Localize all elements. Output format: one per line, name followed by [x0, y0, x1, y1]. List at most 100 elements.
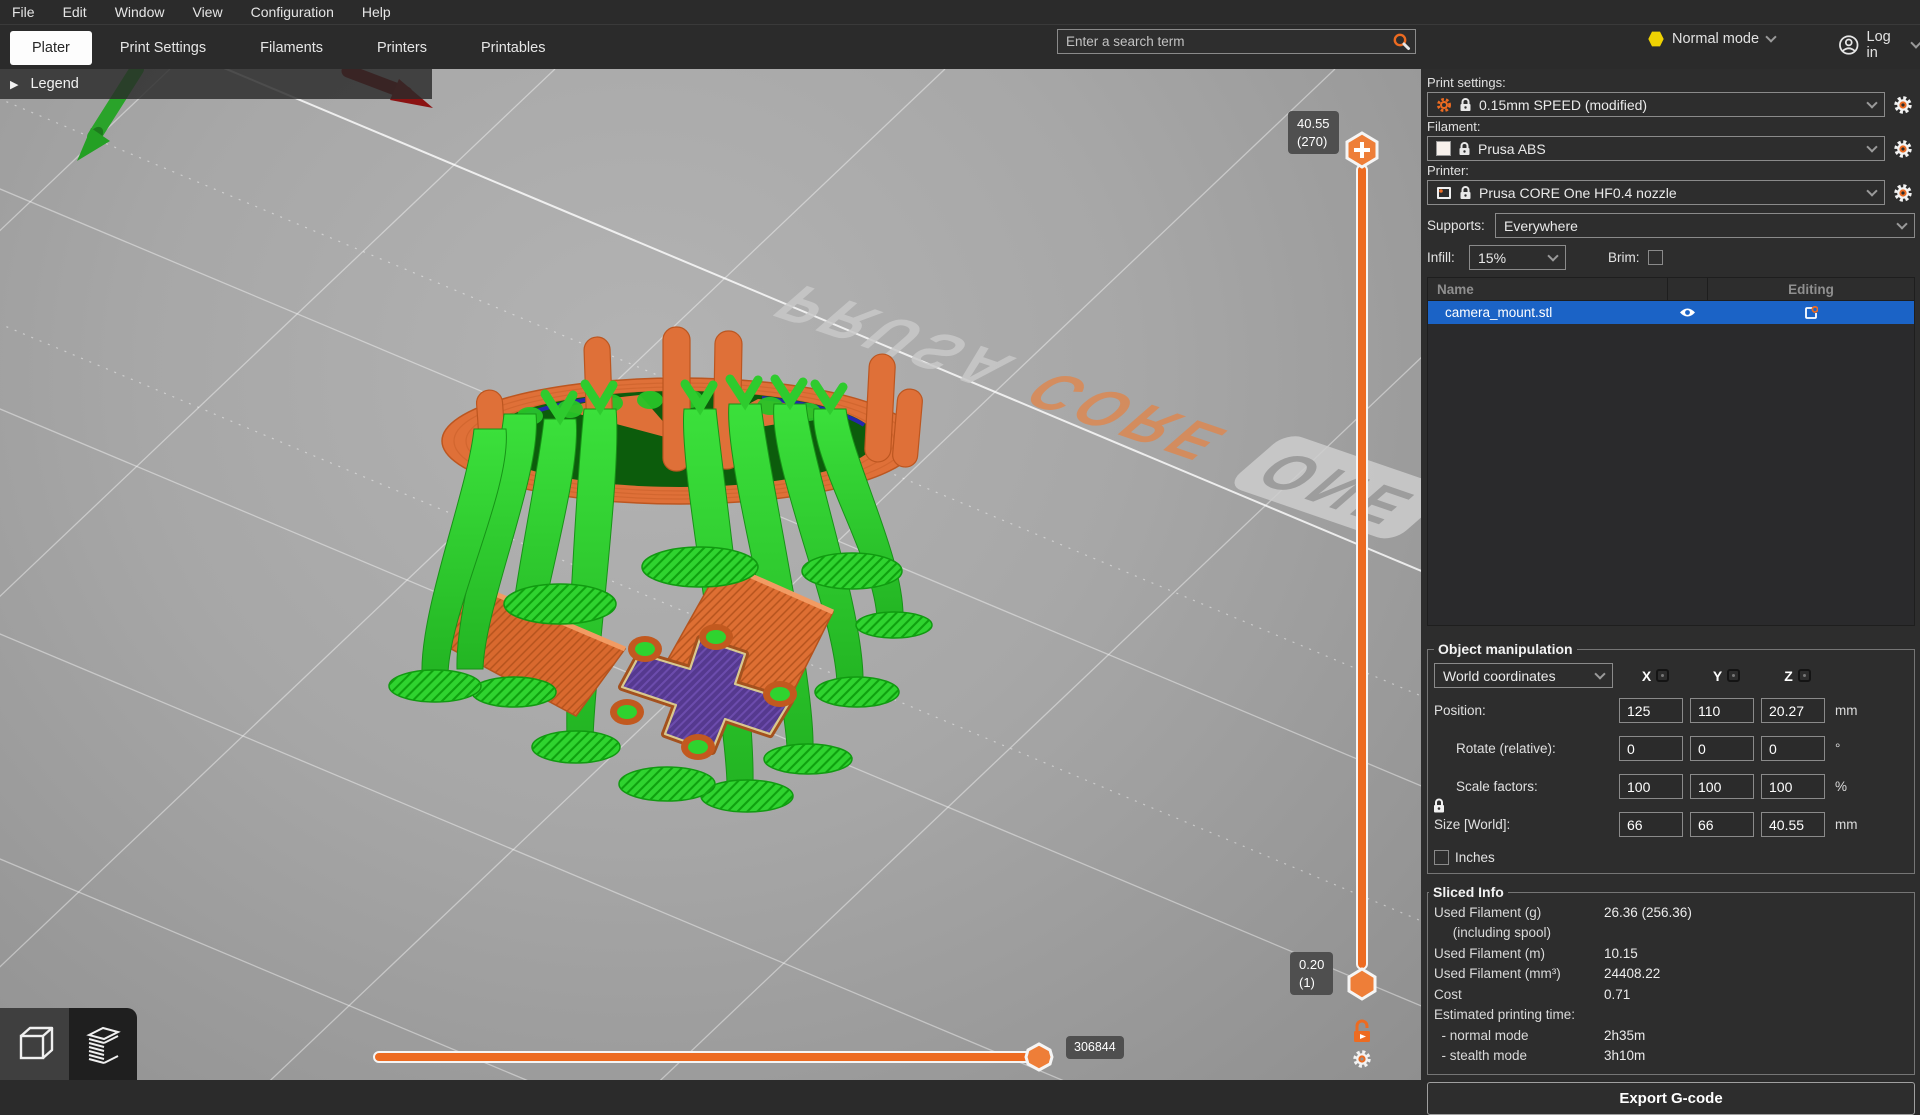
chevron-down-icon — [1866, 97, 1877, 108]
supports-select[interactable]: Everywhere — [1495, 213, 1915, 238]
axis-settings-icon[interactable] — [1727, 669, 1740, 682]
printer-select[interactable]: Prusa CORE One HF0.4 nozzle — [1427, 180, 1885, 205]
manip-input-y[interactable] — [1690, 698, 1754, 723]
sliced-info-value: 2h35m — [1604, 1028, 1645, 1043]
sliced-info-title: Sliced Info — [1429, 884, 1508, 900]
manip-input-z[interactable] — [1761, 774, 1825, 799]
menu-item[interactable]: Window — [115, 4, 165, 20]
filament-label: Filament: — [1427, 119, 1915, 134]
search-input[interactable] — [1057, 29, 1416, 54]
sliced-info-row: (including spool) — [1434, 923, 1908, 944]
manip-input-y[interactable] — [1690, 736, 1754, 761]
layer-slider-top-tooltip: 40.55 (270) — [1288, 111, 1339, 154]
print-settings-value: 0.15mm SPEED (modified) — [1479, 97, 1647, 113]
manip-input-x[interactable] — [1619, 698, 1683, 723]
menu-item[interactable]: View — [192, 4, 222, 20]
filament-value: Prusa ABS — [1478, 141, 1546, 157]
filament-color-swatch — [1436, 141, 1451, 156]
manip-input-y[interactable] — [1690, 774, 1754, 799]
eye-icon — [1679, 307, 1696, 318]
edit-print-settings-button[interactable] — [1891, 93, 1915, 117]
object-name: camera_mount.stl — [1428, 305, 1667, 320]
sliced-info-row: Estimated printing time: — [1434, 1005, 1908, 1026]
menu-item[interactable]: Edit — [63, 4, 87, 20]
menu-item[interactable]: Help — [362, 4, 391, 20]
manip-input-x[interactable] — [1619, 812, 1683, 837]
mode-selector[interactable]: Normal mode — [1648, 31, 1775, 47]
menu-item[interactable]: File — [12, 4, 35, 20]
axis-settings-icon[interactable] — [1656, 669, 1669, 682]
manipulation-row-label: Scale factors: — [1434, 779, 1619, 794]
chevron-down-icon — [1910, 37, 1920, 48]
lock-icon — [1458, 141, 1471, 156]
sliced-info-label: - stealth mode — [1434, 1048, 1604, 1063]
object-row[interactable]: camera_mount.stl — [1428, 301, 1914, 324]
supports-value: Everywhere — [1504, 218, 1578, 234]
sliced-info-label: (including spool) — [1434, 925, 1604, 940]
tab-bar: PlaterPrint SettingsFilamentsPrintersPri… — [0, 26, 1920, 69]
legend-expand-icon[interactable]: ▶ — [10, 78, 18, 91]
filament-select[interactable]: Prusa ABS — [1427, 136, 1885, 161]
edit-object-button[interactable] — [1707, 306, 1914, 320]
manip-input-y[interactable] — [1690, 812, 1754, 837]
sliced-info-value: 10.15 — [1604, 946, 1638, 961]
layer-slider-track[interactable] — [1356, 164, 1368, 970]
search-box — [1057, 29, 1416, 54]
chevron-down-icon — [1866, 141, 1877, 152]
slider-settings-gear-icon[interactable] — [1352, 1049, 1372, 1074]
menu-bar: File Edit Window View Configuration Help — [0, 0, 1920, 25]
lock-icon — [1459, 185, 1472, 200]
move-slider-handle[interactable] — [1023, 1041, 1055, 1078]
axis-settings-icon[interactable] — [1798, 669, 1811, 682]
manipulation-row: Scale factors: % — [1434, 774, 1908, 799]
tab[interactable]: Filaments — [234, 31, 349, 65]
manip-input-x[interactable] — [1619, 736, 1683, 761]
manipulation-row-label: Size [World]: — [1434, 817, 1619, 832]
tab[interactable]: Print Settings — [94, 31, 232, 65]
sliced-model[interactable] — [0, 69, 1421, 1080]
visibility-toggle[interactable] — [1667, 307, 1707, 318]
inches-checkbox[interactable] — [1434, 850, 1449, 865]
manip-input-x[interactable] — [1619, 774, 1683, 799]
editing-column-header: Editing — [1707, 278, 1914, 300]
layer-slider-top-handle[interactable] — [1345, 131, 1379, 174]
sliced-info-value: 3h10m — [1604, 1048, 1645, 1063]
print-settings-select[interactable]: 0.15mm SPEED (modified) — [1427, 92, 1885, 117]
manip-input-z[interactable] — [1761, 698, 1825, 723]
object-manipulation-title: Object manipulation — [1434, 641, 1577, 657]
manipulation-row: Rotate (relative): ° — [1434, 736, 1908, 761]
chevron-down-icon — [1594, 668, 1605, 679]
search-icon[interactable] — [1392, 32, 1411, 56]
sliced-info-row: Used Filament (mm³) 24408.22 — [1434, 964, 1908, 985]
supports-label: Supports: — [1427, 218, 1495, 233]
legend-label: Legend — [30, 76, 78, 92]
preview-view-button[interactable] — [69, 1008, 137, 1080]
legend-bar[interactable]: ▶ Legend — [0, 69, 432, 99]
editor-view-button[interactable] — [0, 1008, 69, 1080]
manip-input-z[interactable] — [1761, 736, 1825, 761]
tab[interactable]: Printers — [351, 31, 453, 65]
infill-select[interactable]: 15% — [1469, 245, 1566, 270]
menu-item[interactable]: Configuration — [251, 4, 334, 20]
3d-viewport[interactable]: PRUSA CORE ONE — [0, 69, 1421, 1080]
axis-header: X — [1620, 668, 1691, 684]
move-slider-track[interactable] — [373, 1051, 1053, 1063]
lock-icon — [1459, 97, 1472, 112]
uniform-scale-lock-icon[interactable] — [1432, 797, 1446, 819]
brim-checkbox[interactable] — [1648, 250, 1663, 265]
login-button[interactable]: Log in — [1838, 29, 1920, 61]
coordinate-system-select[interactable]: World coordinates — [1434, 663, 1613, 688]
tab[interactable]: Printables — [455, 31, 571, 65]
edit-filament-button[interactable] — [1891, 137, 1915, 161]
tab[interactable]: Plater — [10, 31, 92, 65]
layer-slider-bottom-handle[interactable] — [1347, 967, 1377, 1006]
sliced-info-panel: Sliced Info Used Filament (g) 26.36 (256… — [1427, 884, 1915, 1075]
edit-printer-button[interactable] — [1891, 181, 1915, 205]
manip-input-z[interactable] — [1761, 812, 1825, 837]
sliced-info-row: Used Filament (m) 10.15 — [1434, 943, 1908, 964]
chevron-down-icon — [1765, 31, 1776, 42]
export-gcode-button[interactable]: Export G-code — [1427, 1082, 1915, 1115]
axis-header: Y — [1691, 668, 1762, 684]
inches-label: Inches — [1455, 850, 1495, 865]
layer-range-lock-icon[interactable] — [1351, 1018, 1373, 1049]
